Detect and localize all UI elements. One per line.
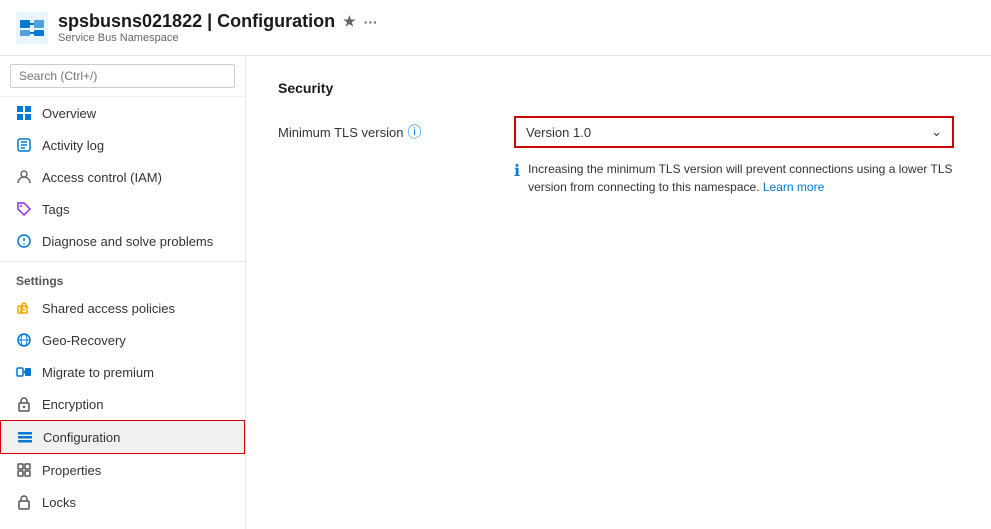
encryption-icon: [16, 396, 32, 412]
migrate-icon: [16, 364, 32, 380]
sidebar-scroll: Overview Activity log Access control (IA…: [0, 97, 245, 529]
favorite-icon[interactable]: ★: [343, 13, 356, 30]
dropdown-chevron-icon: ⌄: [931, 124, 942, 140]
sidebar-item-shared-access[interactable]: Shared access policies: [0, 292, 245, 324]
info-text: Increasing the minimum TLS version will …: [528, 160, 959, 196]
migrate-label: Migrate to premium: [42, 365, 154, 380]
sidebar-item-overview[interactable]: Overview: [0, 97, 245, 129]
sidebar-item-diagnose[interactable]: Diagnose and solve problems: [0, 225, 245, 257]
security-section-title: Security: [278, 80, 959, 96]
sidebar-item-geo-recovery[interactable]: Geo-Recovery: [0, 324, 245, 356]
shared-access-label: Shared access policies: [42, 301, 175, 316]
activity-icon: [16, 137, 32, 153]
activity-log-label: Activity log: [42, 138, 104, 153]
content-area: Security Minimum TLS version ⓘ Version 1…: [246, 56, 991, 529]
iam-icon: [16, 169, 32, 185]
main-layout: Overview Activity log Access control (IA…: [0, 56, 991, 529]
sidebar-item-properties[interactable]: Properties: [0, 454, 245, 486]
tls-label-text: Minimum TLS version: [278, 125, 403, 140]
tls-info-icon[interactable]: ⓘ: [407, 122, 421, 142]
more-icon[interactable]: ···: [364, 14, 378, 30]
tags-icon: [16, 201, 32, 217]
locks-label: Locks: [42, 495, 76, 510]
header: spsbusns021822 | Configuration ★ ··· Ser…: [0, 0, 991, 56]
sidebar-search-container: [0, 56, 245, 97]
encryption-label: Encryption: [42, 397, 103, 412]
info-banner: ℹ Increasing the minimum TLS version wil…: [514, 160, 959, 196]
properties-label: Properties: [42, 463, 101, 478]
sidebar-item-iam[interactable]: Access control (IAM): [0, 161, 245, 193]
learn-more-link[interactable]: Learn more: [763, 180, 824, 194]
sidebar: Overview Activity log Access control (IA…: [0, 56, 246, 529]
tls-version-value: Version 1.0: [526, 125, 591, 140]
tags-label: Tags: [42, 202, 69, 217]
title-text: spsbusns021822 | Configuration: [58, 11, 335, 32]
geo-icon: [16, 332, 32, 348]
sidebar-item-migrate[interactable]: Migrate to premium: [0, 356, 245, 388]
sidebar-item-encryption[interactable]: Encryption: [0, 388, 245, 420]
search-input[interactable]: [10, 64, 235, 88]
diagnose-icon: [16, 233, 32, 249]
shared-icon: [16, 300, 32, 316]
overview-label: Overview: [42, 106, 96, 121]
header-title-group: spsbusns021822 | Configuration ★ ··· Ser…: [58, 11, 378, 44]
geo-recovery-label: Geo-Recovery: [42, 333, 126, 348]
tls-form-row: Minimum TLS version ⓘ Version 1.0 ⌄: [278, 116, 959, 148]
configuration-label: Configuration: [43, 430, 120, 445]
tls-version-dropdown[interactable]: Version 1.0 ⌄: [514, 116, 954, 148]
config-icon: [17, 429, 33, 445]
info-message: Increasing the minimum TLS version will …: [528, 162, 952, 194]
iam-label: Access control (IAM): [42, 170, 162, 185]
sidebar-item-configuration[interactable]: Configuration: [0, 420, 245, 454]
diagnose-label: Diagnose and solve problems: [42, 234, 213, 249]
tls-label: Minimum TLS version ⓘ: [278, 122, 498, 142]
info-circle-icon: ℹ: [514, 161, 520, 181]
settings-section-label: Settings: [0, 261, 245, 292]
header-subtitle: Service Bus Namespace: [58, 32, 378, 44]
sidebar-item-tags[interactable]: Tags: [0, 193, 245, 225]
sidebar-item-activity-log[interactable]: Activity log: [0, 129, 245, 161]
sidebar-item-locks[interactable]: Locks: [0, 486, 245, 518]
overview-icon: [16, 105, 32, 121]
service-bus-icon: [16, 12, 48, 44]
locks-icon: [16, 494, 32, 510]
page-title: spsbusns021822 | Configuration ★ ···: [58, 11, 378, 32]
props-icon: [16, 462, 32, 478]
